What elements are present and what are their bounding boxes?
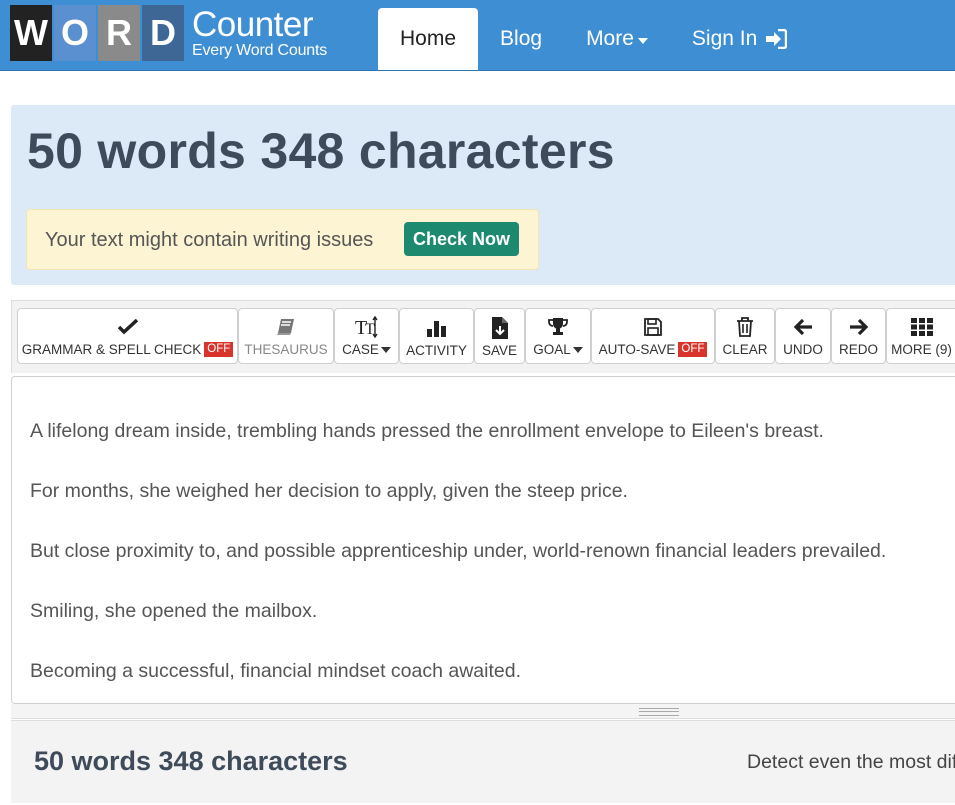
grammar-label: GRAMMAR & SPELL CHECK <box>21 342 202 357</box>
check-icon <box>117 315 138 339</box>
activity-button[interactable]: ACTIVITY <box>399 308 474 364</box>
auto-save-button[interactable]: AUTO-SAVE OFF <box>591 308 715 364</box>
logo-tiles: W O R D <box>10 5 186 61</box>
logo-letter-o: O <box>54 5 96 61</box>
check-now-button[interactable]: Check Now <box>404 222 520 256</box>
bar-chart-icon <box>426 316 448 340</box>
text-case-icon: TT <box>355 315 379 339</box>
nav-blog[interactable]: Blog <box>478 8 564 70</box>
case-dropdown-button[interactable]: TT CASE <box>334 308 399 364</box>
footer-word-count: 50 words 348 characters <box>34 746 348 776</box>
nav-signin-label: Sign In <box>691 27 758 50</box>
logo-letter-r: R <box>98 5 140 61</box>
nav-more-label: More <box>586 27 634 50</box>
nav-more-dropdown[interactable]: More <box>564 8 670 70</box>
activity-label: ACTIVITY <box>406 343 467 358</box>
logo-tagline: Every Word Counts <box>192 42 328 59</box>
editor-toolbar: GRAMMAR & SPELL CHECK OFF THESAURUS TT C… <box>11 300 955 373</box>
top-navbar: W O R D Counter Every Word Counts Home B… <box>0 0 955 71</box>
more-tools-button[interactable]: MORE (9) <box>886 308 955 364</box>
grid-icon <box>910 315 933 339</box>
trophy-icon <box>547 315 569 339</box>
auto-save-label: AUTO-SAVE <box>598 342 676 357</box>
nav-signin[interactable]: Sign In <box>670 8 809 70</box>
goal-dropdown-button[interactable]: GOAL <box>525 308 591 364</box>
redo-label: REDO <box>838 342 878 357</box>
clear-button[interactable]: CLEAR <box>715 308 775 364</box>
grammar-off-badge: OFF <box>204 342 234 357</box>
logo[interactable]: W O R D Counter Every Word Counts <box>10 5 327 61</box>
book-icon <box>276 315 296 339</box>
editor-line: For months, she weighed her decision to … <box>30 480 628 502</box>
logo-letter-d: D <box>142 5 184 61</box>
logo-letter-w: W <box>10 5 52 61</box>
more-tools-label: MORE (9) <box>891 342 952 357</box>
file-download-icon <box>490 316 510 340</box>
nav-home-label: Home <box>400 27 457 50</box>
undo-label: UNDO <box>783 342 823 357</box>
text-editor[interactable]: A lifelong dream inside, trembling hands… <box>11 376 955 704</box>
undo-button[interactable]: UNDO <box>775 308 831 364</box>
editor-line: Becoming a successful, financial mindset… <box>30 660 522 682</box>
footer-stats-panel: 50 words 348 characters Detect even the … <box>11 720 955 803</box>
resize-handle[interactable] <box>639 708 679 716</box>
goal-label: GOAL <box>533 342 571 357</box>
save-button[interactable]: SAVE <box>474 308 525 364</box>
caret-down-icon <box>380 346 391 353</box>
caret-down-icon <box>637 37 648 44</box>
caret-down-icon <box>572 346 583 353</box>
thesaurus-button[interactable]: THESAURUS <box>238 308 334 364</box>
editor-resize-bar <box>11 704 955 719</box>
issues-message: Your text might contain writing issues <box>45 229 374 251</box>
nav-blog-label: Blog <box>500 27 543 50</box>
arrow-left-icon <box>793 315 813 339</box>
floppy-icon <box>643 315 663 339</box>
grammar-spell-check-button[interactable]: GRAMMAR & SPELL CHECK OFF <box>17 308 238 364</box>
editor-line: But close proximity to, and possible app… <box>30 540 887 562</box>
thesaurus-label: THESAURUS <box>244 342 328 357</box>
logo-main-text: Counter <box>192 5 314 44</box>
counter-panel: 50 words 348 characters Your text might … <box>11 105 955 285</box>
trash-icon <box>736 315 754 339</box>
logo-text: Counter Every Word Counts <box>192 7 327 59</box>
redo-button[interactable]: REDO <box>831 308 886 364</box>
writing-issues-alert: Your text might contain writing issues C… <box>26 209 539 270</box>
editor-line: A lifelong dream inside, trembling hands… <box>30 420 824 442</box>
word-character-count: 50 words 348 characters <box>27 123 615 179</box>
footer-detect-text: Detect even the most difficult <box>747 751 955 773</box>
nav-home[interactable]: Home <box>378 8 479 70</box>
save-label: SAVE <box>481 343 517 358</box>
case-label: CASE <box>342 342 379 357</box>
auto-save-off-badge: OFF <box>678 342 708 357</box>
sign-in-icon <box>765 29 788 49</box>
clear-label: CLEAR <box>722 342 768 357</box>
arrow-right-icon <box>849 315 869 339</box>
nav-links: Home Blog More Sign In <box>378 8 809 70</box>
editor-line: Smiling, she opened the mailbox. <box>30 600 318 622</box>
